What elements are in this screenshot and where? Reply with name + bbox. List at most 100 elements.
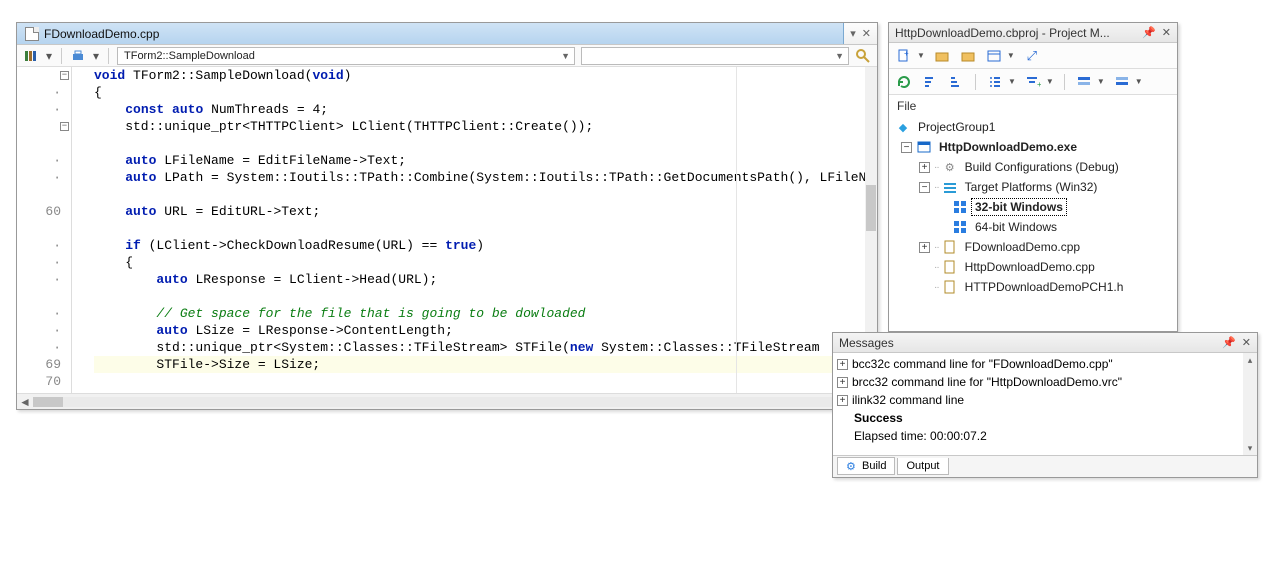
horizontal-scrollbar[interactable]: ◄ ► bbox=[17, 393, 877, 409]
close-icon[interactable]: ✕ bbox=[1162, 26, 1171, 39]
member-combo[interactable]: ▼ bbox=[581, 47, 849, 65]
collapse-toggle[interactable]: − bbox=[919, 182, 930, 193]
dropdown-icon[interactable]: ▼ bbox=[1007, 51, 1015, 60]
cpp-file-icon bbox=[942, 259, 958, 275]
tree-connector: ·· bbox=[934, 162, 939, 173]
tab-dropdown-icon[interactable]: ▾ bbox=[850, 27, 856, 40]
tree-node-exe[interactable]: − HttpDownloadDemo.exe bbox=[891, 137, 1175, 157]
scope-combo[interactable]: TForm2::SampleDownload ▼ bbox=[117, 47, 575, 65]
tree-connector: ·· bbox=[934, 262, 939, 273]
separator bbox=[975, 74, 976, 90]
scroll-left-icon[interactable]: ◄ bbox=[17, 395, 33, 409]
pin-icon[interactable]: 📌 bbox=[1222, 336, 1236, 349]
messages-title: Messages bbox=[839, 336, 894, 350]
gear-icon: ⚙ bbox=[846, 460, 858, 472]
expand-toggle[interactable]: + bbox=[837, 395, 848, 406]
tree-node-win64[interactable]: 64-bit Windows bbox=[891, 217, 1175, 237]
expand-toggle[interactable]: + bbox=[919, 242, 930, 253]
expand-icon[interactable]: ⤢ bbox=[1023, 47, 1041, 65]
target-icon bbox=[942, 179, 958, 195]
options-icon[interactable] bbox=[985, 47, 1003, 65]
tab-build[interactable]: ⚙ Build bbox=[837, 457, 895, 475]
dropdown-icon[interactable]: ▼ bbox=[917, 51, 925, 60]
project-manager-panel: HttpDownloadDemo.cbproj - Project M... 📌… bbox=[888, 22, 1178, 332]
expand-toggle[interactable]: + bbox=[837, 359, 848, 370]
tree-root-projectgroup[interactable]: ◆ ProjectGroup1 bbox=[891, 117, 1175, 137]
current-line: STFile->Size = LSize; bbox=[94, 356, 877, 373]
dropdown-icon[interactable]: ▼ bbox=[1097, 77, 1105, 86]
project-tree: ◆ ProjectGroup1 − HttpDownloadDemo.exe +… bbox=[889, 113, 1177, 331]
editor-tabstrip: FDownloadDemo.cpp ▾ ✕ bbox=[17, 23, 877, 45]
messages-body: + bcc32c command line for "FDownloadDemo… bbox=[833, 353, 1257, 455]
scrollbar-thumb[interactable] bbox=[866, 185, 876, 231]
tree-node-file-fdownload[interactable]: + ·· FDownloadDemo.cpp bbox=[891, 237, 1175, 257]
dropdown-icon[interactable]: ▼ bbox=[1008, 77, 1016, 86]
project-panel-title: HttpDownloadDemo.cbproj - Project M... bbox=[895, 26, 1110, 40]
add-folder-icon[interactable] bbox=[933, 47, 951, 65]
project-toolbar-2: ▼ + ▼ ▼ ▼ bbox=[889, 69, 1177, 95]
message-row-elapsed[interactable]: Elapsed time: 00:00:07.2 bbox=[837, 427, 1253, 445]
fold-toggle[interactable]: − bbox=[60, 122, 69, 131]
close-icon[interactable]: ✕ bbox=[1242, 336, 1251, 349]
file-column-header: File bbox=[889, 95, 1177, 113]
windows-icon bbox=[952, 199, 968, 215]
gutter: − · · − · · 60 · · · · · · 69 70 bbox=[17, 67, 72, 393]
books-icon[interactable] bbox=[23, 48, 39, 64]
pin-icon[interactable]: 📌 bbox=[1142, 26, 1156, 39]
view-2-icon[interactable] bbox=[1113, 73, 1131, 91]
scroll-up-icon[interactable]: ▴ bbox=[1243, 353, 1257, 367]
toolbar-dropdown-2-icon[interactable]: ▾ bbox=[92, 48, 100, 64]
sort-2-icon[interactable] bbox=[947, 73, 965, 91]
tab-output[interactable]: Output bbox=[897, 458, 948, 475]
windows-icon bbox=[952, 219, 968, 235]
tree-connector: ·· bbox=[934, 182, 939, 193]
scroll-track[interactable] bbox=[33, 397, 861, 407]
tree-node-build-config[interactable]: + ·· ⚙ Build Configurations (Debug) bbox=[891, 157, 1175, 177]
code-text[interactable]: void TForm2::SampleDownload(void) { cons… bbox=[72, 67, 877, 393]
project-group-icon: ◆ bbox=[895, 119, 911, 135]
separator bbox=[61, 48, 62, 64]
expand-toggle[interactable]: + bbox=[837, 377, 848, 388]
dropdown-icon[interactable]: ▼ bbox=[1135, 77, 1143, 86]
vertical-scrollbar[interactable]: ▴ ▾ bbox=[1243, 353, 1257, 455]
tree-node-file-pch[interactable]: ·· HTTPDownloadDemoPCH1.h bbox=[891, 277, 1175, 297]
scrollbar-thumb[interactable] bbox=[33, 397, 63, 407]
exe-icon bbox=[916, 139, 932, 155]
editor-tab-label: FDownloadDemo.cpp bbox=[44, 27, 159, 41]
tree-node-file-httpdownload[interactable]: ·· HttpDownloadDemo.cpp bbox=[891, 257, 1175, 277]
sort-1-icon[interactable] bbox=[921, 73, 939, 91]
line-number: 60 bbox=[45, 204, 61, 219]
separator bbox=[1064, 74, 1065, 90]
tree-node-win32[interactable]: 32-bit Windows bbox=[891, 197, 1175, 217]
scroll-down-icon[interactable]: ▾ bbox=[1243, 441, 1257, 455]
tree-connector: ·· bbox=[934, 282, 939, 293]
folder-icon[interactable] bbox=[959, 47, 977, 65]
message-row[interactable]: + bcc32c command line for "FDownloadDemo… bbox=[837, 355, 1253, 373]
collapse-toggle[interactable]: − bbox=[901, 142, 912, 153]
print-icon[interactable] bbox=[70, 48, 86, 64]
message-row[interactable]: + brcc32 command line for "HttpDownloadD… bbox=[837, 373, 1253, 391]
refresh-icon[interactable] bbox=[895, 73, 913, 91]
view-1-icon[interactable] bbox=[1075, 73, 1093, 91]
h-file-icon bbox=[942, 279, 958, 295]
messages-panel: Messages 📌 ✕ + bcc32c command line for "… bbox=[832, 332, 1258, 478]
chevron-down-icon: ▼ bbox=[835, 51, 844, 61]
project-toolbar-1: + ▼ ▼ ⤢ bbox=[889, 43, 1177, 69]
code-area[interactable]: − · · − · · 60 · · · · · · 69 70 void TF… bbox=[17, 67, 877, 393]
toolbar-dropdown-icon[interactable]: ▾ bbox=[45, 48, 53, 64]
message-row-success[interactable]: Success bbox=[837, 409, 1253, 427]
editor-tab-fdownloaddemo[interactable]: FDownloadDemo.cpp bbox=[17, 23, 844, 44]
expand-toggle[interactable]: + bbox=[919, 162, 930, 173]
tab-close-icon[interactable]: ✕ bbox=[862, 27, 871, 40]
message-row[interactable]: + ilink32 command line bbox=[837, 391, 1253, 409]
svg-text:+: + bbox=[1037, 80, 1041, 89]
chevron-down-icon: ▼ bbox=[561, 51, 570, 61]
fold-toggle[interactable]: − bbox=[60, 71, 69, 80]
tree-node-target-platforms[interactable]: − ·· Target Platforms (Win32) bbox=[891, 177, 1175, 197]
add-file-icon[interactable]: + bbox=[895, 47, 913, 65]
svg-text:+: + bbox=[904, 49, 909, 58]
filter-add-icon[interactable]: + bbox=[1024, 73, 1042, 91]
list-icon[interactable] bbox=[986, 73, 1004, 91]
dropdown-icon[interactable]: ▼ bbox=[1046, 77, 1054, 86]
search-icon[interactable] bbox=[855, 48, 871, 64]
